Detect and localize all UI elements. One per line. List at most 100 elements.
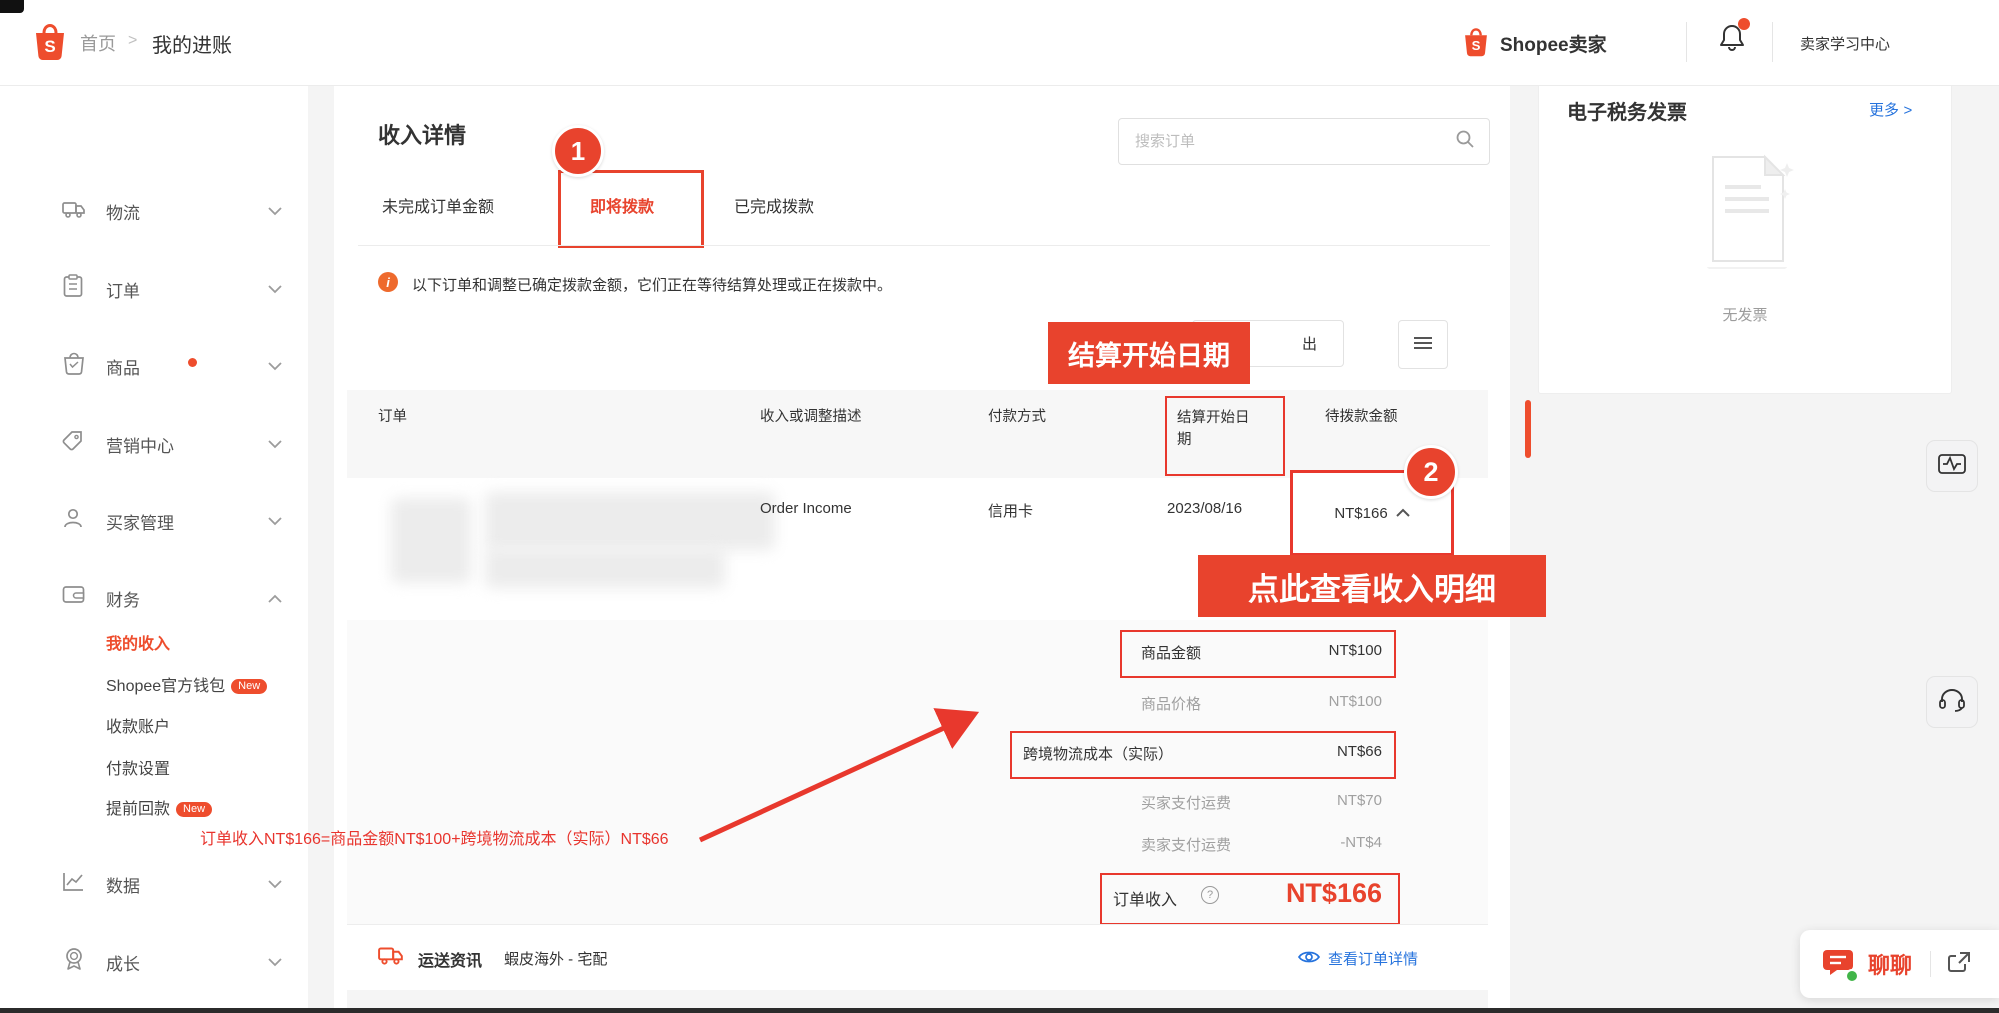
sidebar-subitem-receiving-account[interactable]: 收款账户 (106, 713, 170, 737)
tag-icon (62, 430, 85, 458)
sidebar-item-label: 营销中心 (106, 432, 174, 457)
sidebar-item-buyer-management[interactable]: 买家管理 (0, 505, 308, 535)
tab-unfinished-order-amount[interactable]: 未完成订单金额 (382, 193, 494, 217)
sidebar-item-label: 订单 (106, 277, 140, 302)
row-divider (347, 924, 1488, 925)
sidebar-subitem-label: 提前回款 (106, 801, 170, 818)
app-window: S 首页 > 我的进账 S Shopee卖家 卖家学习中心 (0, 0, 1999, 1013)
list-view-button[interactable] (1398, 320, 1448, 369)
sidebar-item-logistics[interactable]: 物流 (0, 195, 308, 225)
shipping-truck-icon (378, 943, 404, 972)
breadcrumb-home[interactable]: 首页 (80, 30, 116, 56)
empty-invoice-document-icon (1699, 149, 1795, 274)
chevron-down-icon (268, 358, 282, 376)
breakdown-value: NT$100 (1222, 693, 1382, 710)
sidebar-item-label: 财务 (106, 586, 140, 611)
bottom-screen-edge (0, 1008, 1999, 1013)
svg-text:S: S (44, 37, 55, 56)
step-1-badge: 1 (552, 125, 604, 177)
column-header-pending-amount: 待拨款金额 (1325, 406, 1398, 428)
info-icon: i (378, 272, 398, 292)
breakdown-label: 卖家支付运费 (1141, 834, 1231, 855)
chat-widget[interactable]: 聊聊 (1800, 930, 1999, 998)
headset-icon (1938, 688, 1966, 717)
chevron-down-icon (268, 436, 282, 454)
support-headset-button[interactable] (1926, 676, 1978, 728)
popout-icon[interactable] (1947, 951, 1971, 978)
sidebar-item-products[interactable]: 商品 (0, 350, 308, 380)
tab-completed-payout[interactable]: 已完成拨款 (734, 193, 814, 217)
callout-view-income-detail: 点此查看收入明细 (1198, 555, 1546, 617)
shopee-logo-icon[interactable]: S (32, 20, 68, 67)
more-link[interactable]: 更多 > (1869, 99, 1912, 120)
chevron-down-icon (268, 954, 282, 972)
new-badge: New (176, 802, 212, 817)
breakdown-label: 跨境物流成本（实际） (1023, 743, 1173, 764)
notification-dot (188, 358, 197, 367)
hamburger-icon (1414, 336, 1432, 354)
breakdown-value: NT$70 (1222, 792, 1382, 809)
shipping-info-label: 运送资讯 (418, 947, 482, 971)
shipping-method-value: 蝦皮海外 - 宅配 (504, 948, 607, 969)
breakdown-value: NT$66 (1222, 743, 1382, 760)
notifications-bell-icon[interactable] (1718, 22, 1746, 59)
header-divider-2 (1772, 22, 1773, 62)
column-header-settlement-start-date: 结算开始日期 (1177, 407, 1263, 451)
sidebar-item-orders[interactable]: 订单 (0, 273, 308, 303)
sidebar-item-marketing-center[interactable]: 营销中心 (0, 428, 308, 458)
notice-text: 以下订单和调整已确定拨款金额，它们正在等待结算处理或正在拨款中。 (412, 274, 892, 295)
income-details-panel: 收入详情 未完成订单金额 即将拨款 已完成拨款 1 i 以下订单和调整已确定拨款… (334, 85, 1510, 1013)
chat-divider (1930, 951, 1931, 977)
pulse-icon (1938, 454, 1966, 479)
row-settlement-date: 2023/08/16 (1167, 500, 1242, 517)
truck-icon (62, 198, 86, 225)
svg-text:S: S (1472, 38, 1481, 53)
page-title: 收入详情 (378, 118, 466, 150)
order-name-blurred (485, 492, 775, 550)
annotation-formula-text: 订单收入NT$166=商品金额NT$100+跨境物流成本（实际）NT$66 (200, 825, 669, 849)
header-divider (1686, 22, 1687, 62)
chevron-up-icon (268, 590, 282, 608)
sidebar-subitem-payment-settings[interactable]: 付款设置 (106, 755, 170, 779)
view-order-details-link[interactable]: 查看订单详情 (1328, 948, 1418, 969)
clipboard-icon (63, 274, 83, 303)
shopee-seller-logo-icon[interactable]: S (1462, 25, 1490, 63)
chevron-right-icon: > (1903, 102, 1912, 119)
chat-label: 聊聊 (1868, 948, 1912, 980)
e-invoice-title: 电子税务发票 (1567, 96, 1687, 125)
sidebar-item-label: 物流 (106, 199, 140, 224)
sidebar-item-label: 成长 (106, 950, 140, 975)
chevron-down-icon (268, 513, 282, 531)
order-search-box[interactable] (1118, 118, 1490, 165)
brand-name[interactable]: Shopee卖家 (1500, 30, 1607, 57)
sidebar-subitem-my-income[interactable]: 我的收入 (106, 630, 170, 654)
row-amount: NT$166 (1334, 505, 1387, 522)
chevron-down-icon (268, 203, 282, 221)
screen-corner-artifact (0, 0, 24, 13)
sidebar-item-label: 商品 (106, 354, 140, 379)
sidebar-item-label: 数据 (106, 872, 140, 897)
search-input[interactable] (1133, 132, 1455, 151)
online-dot (1845, 969, 1859, 983)
wallet-icon (62, 584, 85, 610)
seller-learning-center-link[interactable]: 卖家学习中心 (1800, 33, 1890, 54)
breadcrumb-separator: > (128, 32, 137, 50)
order-id-blurred (485, 548, 725, 588)
sidebar-item-data[interactable]: 数据 (0, 868, 308, 898)
row-payment-method: 信用卡 (988, 500, 1033, 521)
sidebar-subitem-shopee-wallet[interactable]: Shopee官方钱包New (106, 672, 267, 696)
tab-upcoming-payout[interactable]: 即将拨款 (590, 193, 654, 217)
search-icon[interactable] (1455, 129, 1475, 154)
breakdown-total-label: 订单收入 (1113, 886, 1177, 910)
sidebar-subitem-early-payout[interactable]: 提前回款 New (106, 795, 212, 819)
performance-monitor-button[interactable] (1926, 440, 1978, 492)
sidebar-item-finance[interactable]: 财务 (0, 582, 308, 612)
column-header-order: 订单 (378, 406, 407, 428)
breakdown-value: -NT$4 (1222, 834, 1382, 851)
line-chart-icon (62, 871, 85, 897)
sidebar-item-growth[interactable]: 成长 (0, 946, 308, 976)
notification-dot (1738, 18, 1750, 30)
scrollbar-thumb[interactable] (1525, 400, 1531, 458)
medal-icon (63, 947, 85, 977)
help-icon[interactable]: ? (1201, 886, 1219, 904)
